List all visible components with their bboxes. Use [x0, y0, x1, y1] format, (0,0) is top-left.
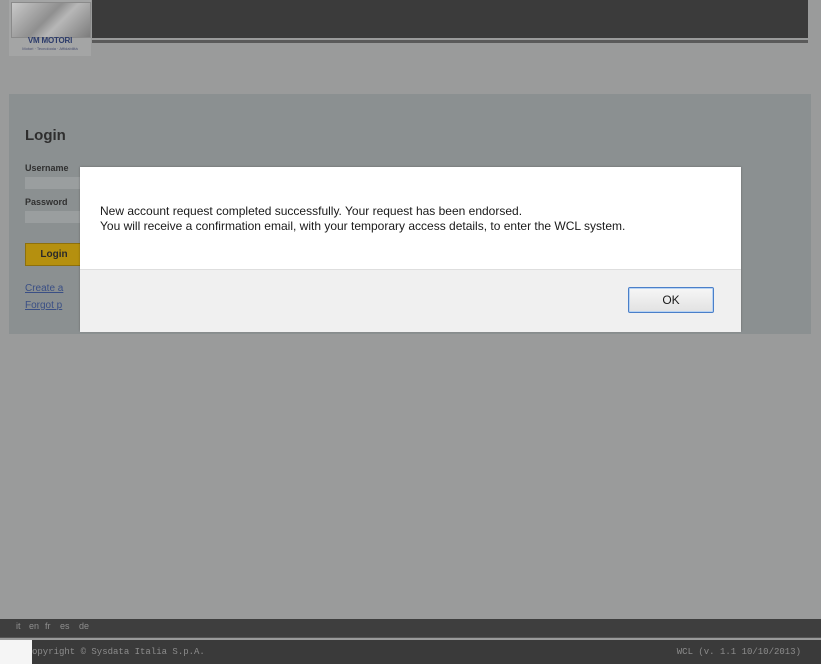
- dialog-message-line1: New account request completed successful…: [100, 204, 523, 218]
- password-input[interactable]: [25, 211, 81, 223]
- language-link-de[interactable]: de: [79, 621, 89, 631]
- top-bar: [92, 0, 808, 38]
- language-link-fr[interactable]: fr: [45, 621, 51, 631]
- confirmation-dialog: New account request completed successful…: [80, 167, 741, 332]
- username-input[interactable]: [25, 177, 81, 189]
- language-link-it[interactable]: it: [16, 621, 21, 631]
- password-label: Password: [25, 197, 68, 207]
- dialog-message: New account request completed successful…: [100, 204, 730, 234]
- ok-button[interactable]: OK: [628, 287, 714, 313]
- logo-tagline: Motori · Tecnologia · Affidabilità: [22, 46, 78, 50]
- version-text: WCL (v. 1.1 10/10/2013): [676, 647, 801, 657]
- dialog-message-line2: You will receive a confirmation email, w…: [100, 219, 626, 233]
- corner-block: [0, 640, 32, 664]
- username-label: Username: [25, 163, 69, 173]
- language-link-es[interactable]: es: [60, 621, 70, 631]
- create-account-link[interactable]: Create a: [25, 283, 79, 294]
- language-link-en[interactable]: en: [29, 621, 39, 631]
- login-button[interactable]: Login: [25, 243, 83, 266]
- logo: VM MOTORI Motori · Tecnologia · Affidabi…: [9, 0, 91, 56]
- copyright-text: opyright © Sysdata Italia S.p.A.: [32, 647, 205, 657]
- copyright-bar: opyright © Sysdata Italia S.p.A. WCL (v.…: [0, 640, 821, 664]
- top-bar-divider: [92, 40, 808, 43]
- login-title: Login: [25, 127, 66, 144]
- language-bar: it en fr es de: [0, 619, 821, 638]
- logo-text: VM MOTORI: [27, 36, 73, 45]
- dialog-footer: OK: [80, 269, 741, 332]
- forgot-password-link[interactable]: Forgot p: [25, 300, 79, 311]
- logo-image: [11, 2, 91, 38]
